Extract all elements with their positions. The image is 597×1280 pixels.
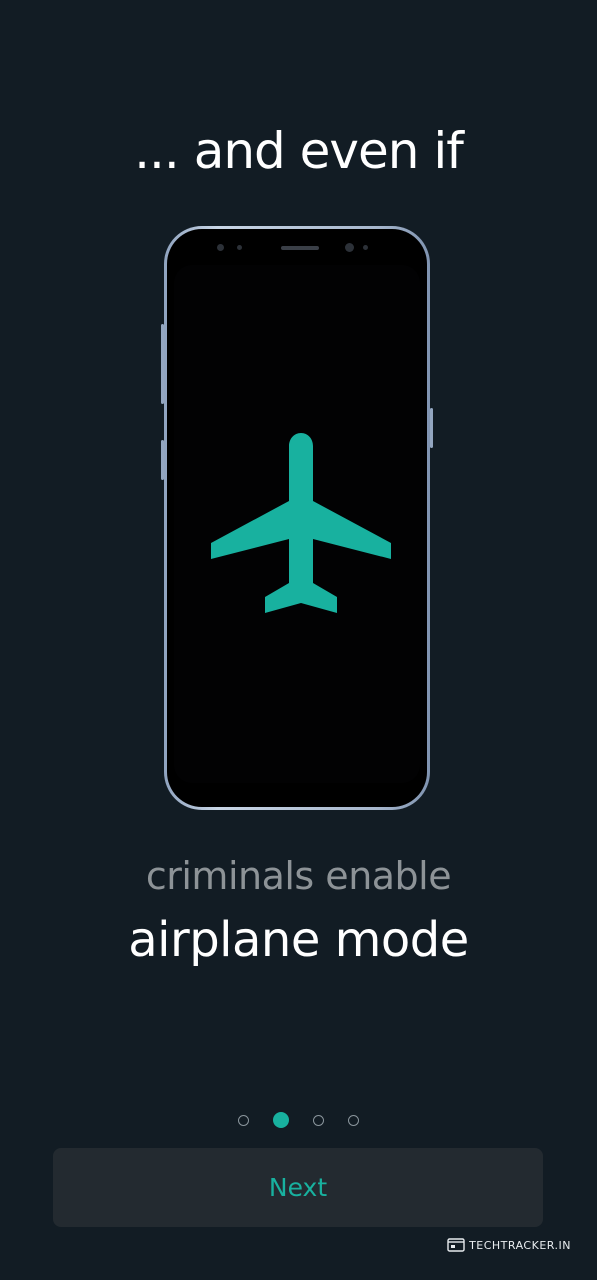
phone-sensor: [237, 245, 242, 250]
page-heading: ... and even if: [134, 122, 464, 180]
caption-line-2: airplane mode: [128, 912, 469, 968]
page-dot-4[interactable]: [348, 1114, 359, 1126]
phone-side-button: [430, 408, 433, 448]
watermark: TECHTRACKER.IN: [447, 1238, 571, 1252]
page-dot-3[interactable]: [313, 1114, 324, 1126]
page-dot-2-active[interactable]: [273, 1112, 289, 1128]
page-indicator: [0, 1112, 597, 1128]
browser-window-icon: [447, 1238, 465, 1252]
next-button[interactable]: Next: [53, 1148, 543, 1227]
caption-line-1: criminals enable: [145, 854, 452, 898]
phone-speaker: [281, 246, 319, 250]
phone-bezel: [167, 229, 427, 807]
phone-illustration: [160, 226, 436, 812]
phone-frame: [164, 226, 430, 810]
phone-camera: [345, 243, 354, 252]
watermark-text: TECHTRACKER.IN: [469, 1238, 571, 1252]
page-dot-1[interactable]: [238, 1114, 249, 1126]
airplane-icon: [211, 433, 391, 613]
phone-sensor: [363, 245, 368, 250]
phone-sensor: [217, 244, 224, 251]
